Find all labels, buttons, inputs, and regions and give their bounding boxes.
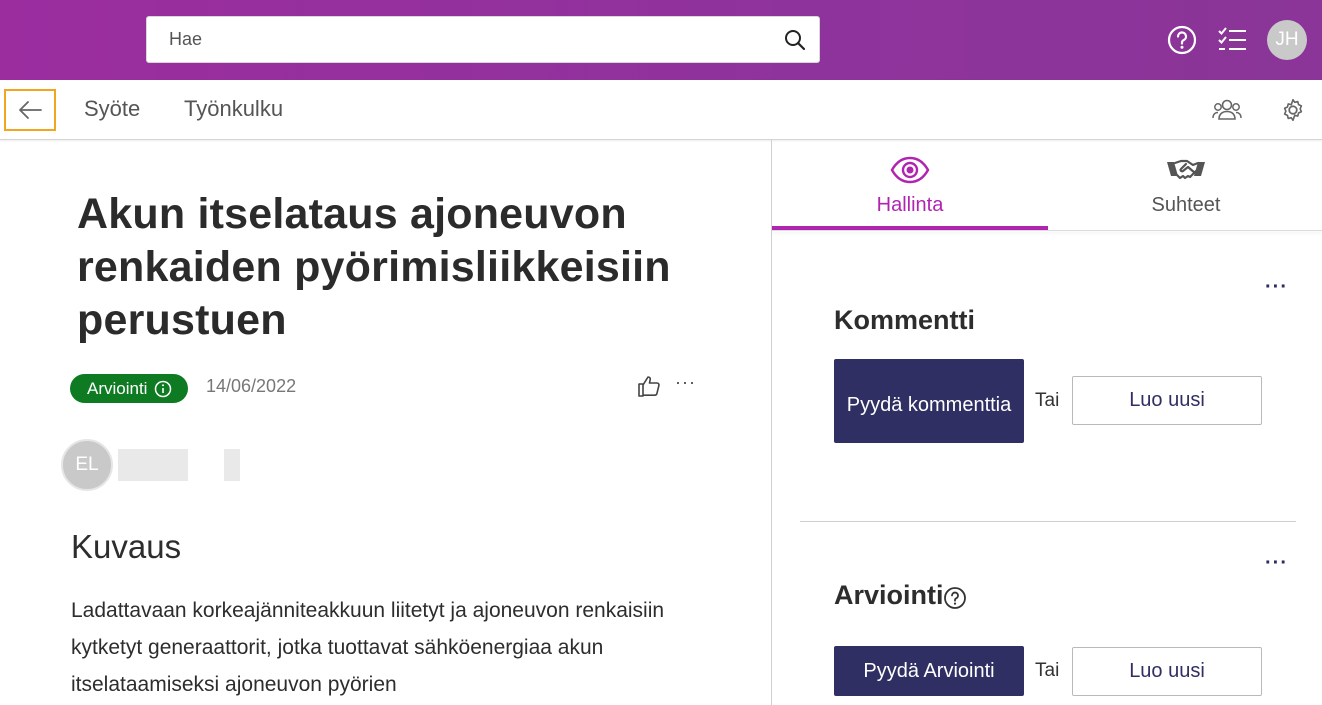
comment-heading: Kommentti — [834, 305, 975, 335]
tabs-underline — [772, 230, 1322, 231]
user-avatar[interactable]: JH — [1267, 20, 1307, 60]
created-date: 14/06/2022 — [206, 376, 297, 396]
evaluation-heading: Arviointi — [834, 580, 944, 610]
status-badge-label: Arviointi — [87, 378, 148, 398]
comment-more-icon[interactable]: ··· — [1265, 276, 1288, 299]
tab-suhteet-label: Suhteet — [1151, 194, 1221, 216]
description-heading: Kuvaus — [71, 528, 182, 565]
card-divider — [800, 521, 1296, 522]
handshake-icon — [1167, 159, 1205, 180]
eye-icon — [890, 156, 930, 184]
tab-suhteet[interactable]: Suhteet — [1048, 140, 1322, 230]
author-avatar[interactable]: EL — [61, 439, 113, 491]
tab-hallinta-label: Hallinta — [876, 194, 944, 216]
page-title: Akun itselataus ajoneuvon renkaiden pyör… — [77, 190, 671, 344]
tab-hallinta[interactable]: Hallinta — [772, 140, 1048, 230]
request-comment-button[interactable]: Pyydä kommenttia — [834, 359, 1024, 443]
search-input[interactable] — [147, 17, 767, 62]
request-evaluation-button[interactable]: Pyydä Arviointi — [834, 646, 1024, 696]
back-button[interactable] — [4, 89, 56, 131]
evaluation-more-icon[interactable]: ··· — [1265, 552, 1288, 575]
thumbs-up-icon[interactable] — [636, 373, 662, 399]
author-name-redacted — [118, 449, 188, 481]
search-icon[interactable] — [783, 28, 807, 52]
author-name-redacted-2 — [224, 449, 240, 481]
search-box[interactable] — [146, 16, 820, 63]
create-comment-button[interactable]: Luo uusi — [1072, 376, 1262, 425]
more-options-icon[interactable]: ··· — [675, 372, 696, 393]
nav-link-feed[interactable]: Syöte — [84, 96, 140, 122]
help-circle-icon[interactable] — [1166, 24, 1198, 56]
gear-icon[interactable] — [1280, 97, 1306, 123]
top-bar: JH — [0, 0, 1322, 80]
checklist-icon[interactable] — [1216, 24, 1248, 56]
or-label: Tai — [1035, 390, 1060, 411]
info-icon — [155, 380, 172, 397]
back-arrow-icon — [19, 101, 42, 119]
or-label-2: Tai — [1035, 660, 1060, 681]
nav-link-workflow[interactable]: Työnkulku — [184, 96, 283, 122]
description-text: Ladattavaan korkeajänniteakkuun liitetyt… — [71, 599, 665, 696]
create-evaluation-button[interactable]: Luo uusi — [1072, 647, 1262, 696]
status-badge[interactable]: Arviointi — [70, 374, 189, 403]
sub-navigation: Syöte Työnkulku — [0, 80, 1322, 140]
people-icon[interactable] — [1212, 96, 1242, 124]
help-circle-icon[interactable] — [943, 586, 967, 610]
